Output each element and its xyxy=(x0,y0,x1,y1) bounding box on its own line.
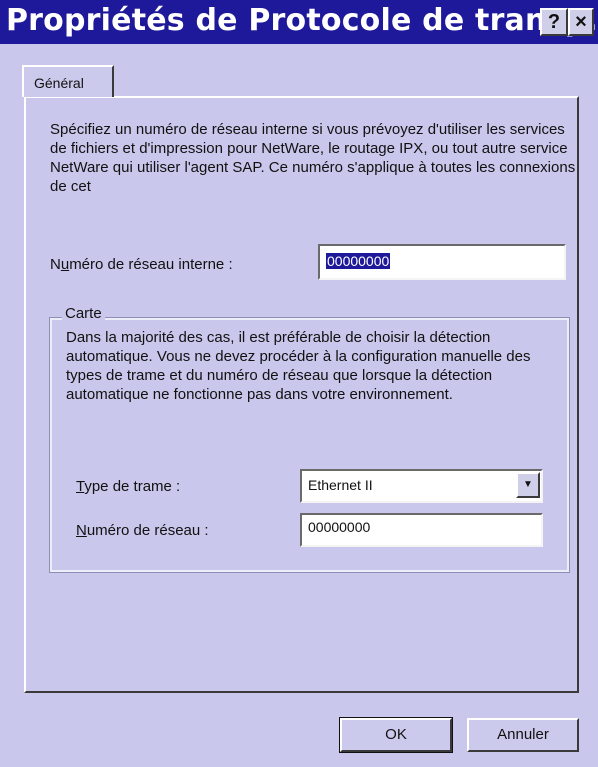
window-title: Propriétés de Protocole de transp... xyxy=(6,3,598,38)
frame-type-value: Ethernet II xyxy=(308,477,373,493)
frame-type-label: Type de trame : xyxy=(76,478,181,495)
internal-network-input[interactable]: 00000000 xyxy=(318,244,566,280)
title-bar[interactable]: Propriétés de Protocole de transp... ? × xyxy=(0,0,598,44)
internal-network-value: 00000000 xyxy=(326,253,391,269)
carte-description: Dans la majorité des cas, il est préféra… xyxy=(66,329,531,403)
network-number-label: Numéro de réseau : xyxy=(76,522,209,539)
internal-network-label: Numéro de réseau interne : xyxy=(50,256,233,273)
close-button[interactable]: × xyxy=(568,8,594,36)
cancel-button[interactable]: Annuler xyxy=(467,718,579,752)
internal-network-description: Spécifiez un numéro de réseau interne si… xyxy=(50,121,576,195)
frame-type-select[interactable]: Ethernet II ▼ xyxy=(300,469,543,503)
ok-button[interactable]: OK xyxy=(339,717,453,753)
network-number-input[interactable]: 00000000 xyxy=(300,513,543,547)
chevron-down-icon[interactable]: ▼ xyxy=(516,472,540,498)
tab-general[interactable]: Général xyxy=(22,65,114,97)
carte-group-title: Carte xyxy=(62,305,105,322)
help-button[interactable]: ? xyxy=(540,8,568,36)
